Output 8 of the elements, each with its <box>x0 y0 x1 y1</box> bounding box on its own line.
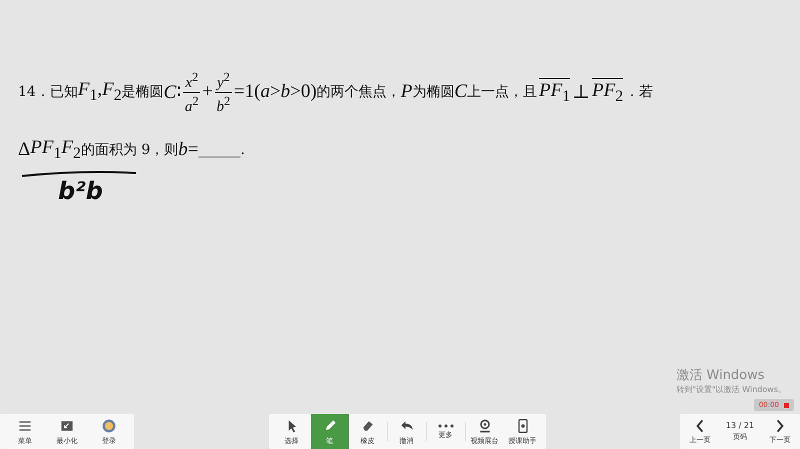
more-icon <box>438 424 454 428</box>
chevron-right-icon <box>776 418 784 432</box>
record-icon <box>784 402 789 408</box>
avatar-icon <box>101 418 117 434</box>
handwritten-note: b²b <box>58 178 103 204</box>
activation-hint: 转到"设置"以激活 Windows。 <box>676 384 786 395</box>
chevron-left-icon <box>696 418 704 432</box>
activation-title: 激活 Windows <box>676 367 766 384</box>
